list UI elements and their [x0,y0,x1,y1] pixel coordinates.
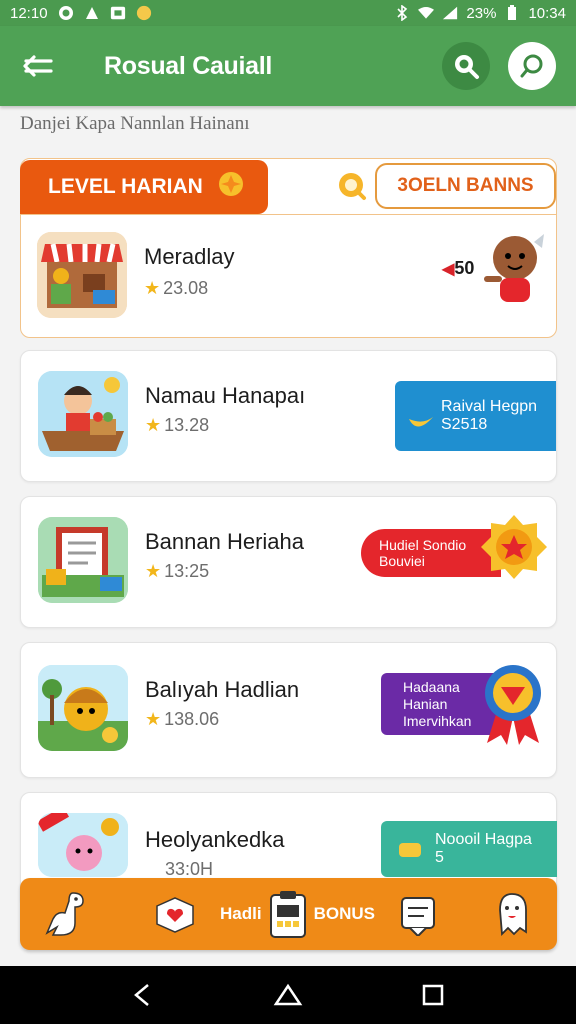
notice-board-icon [38,517,128,603]
medal-icon [479,513,549,598]
chat-search-icon [520,54,543,78]
item-score: ★ 23.08 [144,278,208,299]
page-subtitle: Danjei Kapa Nannlan Hainanı [20,113,250,134]
battery-icon [504,5,520,21]
bird-icon [409,417,433,427]
system-back-button[interactable] [123,975,163,1015]
badge-line: S2518 [441,416,488,433]
ribbon-medal-icon [481,661,545,750]
item-name: Meradlay [144,244,235,269]
arrow-left-icon [23,55,53,77]
item-name: Bannan Heriaha [145,529,305,554]
status-bar: 12:10 23% 10:34 [0,0,576,26]
item-score: ★ 13:25 [145,561,209,582]
star-icon: ★ [145,561,162,581]
status-time-left: 12:10 [10,4,48,22]
back-triangle-icon [133,984,149,1006]
reward-badge: ◀ 50 [442,258,474,279]
nav-ticket-button[interactable] [393,892,443,936]
item-score: ★ 138.06 [145,709,219,730]
search-button[interactable] [442,42,490,90]
item-name: Balıyah Hadlian [145,677,300,702]
system-nav-bar [0,966,576,1024]
badge-line: Raival Hegpn [441,398,538,415]
heart-box-icon [156,897,194,933]
item-name: Namau Hanapaı [145,383,306,408]
divider [20,214,557,215]
item-name: Heolyankedka [145,827,285,852]
score-value: 138.06 [164,709,220,729]
bonus-button[interactable]: 3OELN BANNS [375,163,556,209]
battery-percent: 23% [466,4,497,22]
clipboard-icon [269,891,306,938]
ghost-mascot-icon [499,893,527,937]
list-item[interactable]: Balıyah Hadlian ★ 138.06 Hadaana Hanian … [20,642,557,778]
star-icon: ★ [145,415,162,435]
emoji-icon [136,5,152,21]
bonus-label: BONUS [313,904,375,923]
page-title: Rosual Cauiall [104,51,273,80]
star-icon: ★ [144,278,161,298]
list-item[interactable]: Namau Hanapaı ★ 13.28 Raival Hegpn S2518 [20,350,557,482]
back-button[interactable] [20,48,56,84]
dino-icon [45,892,84,936]
level-tab-label: LEVEL HARIAN [48,175,203,198]
message-icon [110,5,126,21]
badge-line: Noooil Hagpa [435,831,532,848]
status-time-right: 10:34 [528,4,566,22]
worker-icon [38,371,128,457]
recents-square-icon [423,984,444,1006]
bonus-coin-icon [336,170,368,207]
bottom-nav: Hadli BONUS [20,878,557,950]
nav-mascot-button[interactable] [487,890,537,938]
arrow-icon: ◀ [442,260,455,278]
nav-dino-button[interactable] [40,889,90,939]
signal-icon [442,5,458,21]
level-harian-tab[interactable]: LEVEL HARIAN [20,160,268,214]
score-value: 13.28 [164,415,210,435]
mascot-icon [482,232,548,317]
shop-icon [37,232,127,318]
home-icon [273,983,303,1006]
nav-heart-button[interactable] [150,894,200,934]
list-item[interactable]: Bannan Heriaha ★ 13:25 Hudiel Sondio Bou… [20,496,557,628]
item-score: ★ 13.28 [145,415,209,436]
item-score: 33:0H [165,859,214,879]
character-icon [38,665,128,751]
notification-icon [58,5,74,21]
star-icon: ★ [145,709,162,729]
badge-line: 5 [435,849,444,866]
list-item[interactable]: Meradlay ★ 23.08 ◀ 50 [20,222,557,327]
reward-badge[interactable]: Raival Hegpn S2518 [395,381,556,451]
reward-value: 50 [454,258,475,278]
hadli-label: Hadli [220,904,262,923]
score-value: 13:25 [164,561,210,581]
nav-hadli-button[interactable]: Hadli BONUS [220,889,375,939]
pig-character-icon [38,813,128,877]
search-icon [455,55,479,79]
system-home-button[interactable] [268,975,308,1015]
app-bar: Rosual Cauiall [0,26,576,106]
reward-badge[interactable]: Noooil Hagpa 5 [381,821,557,877]
chat-search-button[interactable] [508,42,556,90]
app-notification-icon [84,5,100,21]
hand-icon [399,843,421,857]
score-value: 23.08 [163,278,209,298]
ticket-icon [400,897,435,936]
bluetooth-icon [394,5,410,21]
gem-icon [217,170,245,204]
system-recents-button[interactable] [413,975,453,1015]
wifi-icon [418,5,435,21]
